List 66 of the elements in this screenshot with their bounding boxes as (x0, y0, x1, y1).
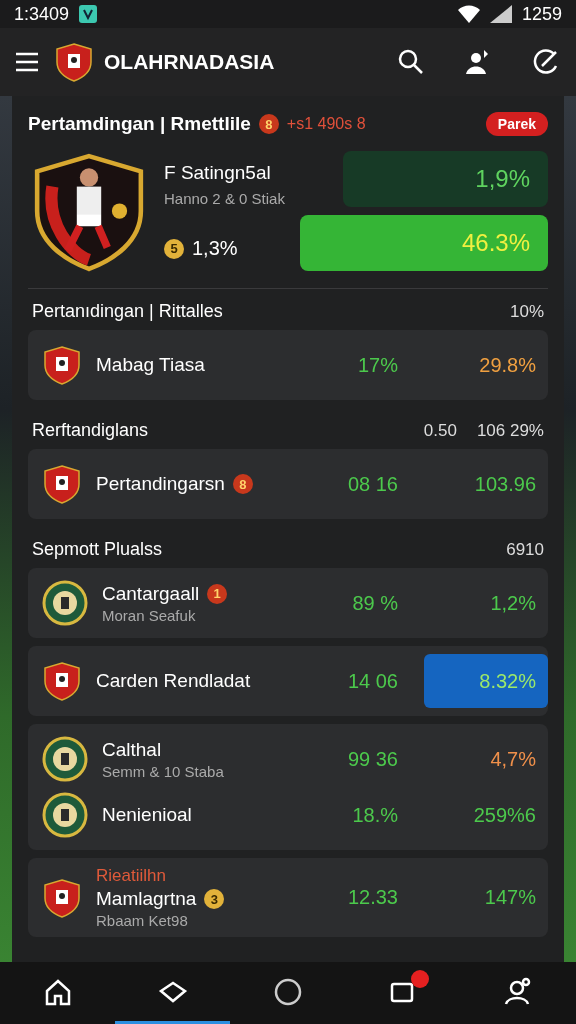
section-value: 0.50 (423, 420, 457, 441)
team-name: Mamlagrtna (96, 888, 197, 910)
team-name: Calthal (102, 738, 162, 761)
odds-button[interactable]: 17% (320, 338, 410, 392)
section-title: Sepmott Plualss (32, 539, 163, 560)
team-name: F Satingn5al (164, 162, 272, 184)
status-time: 1:3409 (14, 3, 70, 25)
shield-crest-icon (42, 464, 82, 504)
odds-button[interactable]: 89 % (320, 576, 410, 630)
status-tag: Parek (485, 112, 548, 136)
team-subtitle: Semm & 10 Staba (102, 762, 225, 780)
team-subtitle: Rbaam Ket98 (96, 912, 189, 929)
app-title: OLAHRNADASIA (104, 50, 275, 74)
odds-button[interactable]: 4,7% (424, 732, 548, 786)
round-crest-icon (42, 580, 88, 626)
odds-button[interactable]: 12.33 (320, 870, 410, 925)
match-card[interactable]: Mabag Tiasa 17% 29.8% (28, 330, 548, 400)
app-notification-icon (79, 5, 98, 23)
battery-level: 1259 (521, 3, 562, 25)
search-icon (398, 49, 424, 75)
team-name: Mabag Tiasa (96, 354, 205, 376)
match-card[interactable]: Carden Rendladat 14 06 8.32% (28, 646, 548, 716)
count-badge: 1 (207, 583, 228, 604)
odds-button[interactable]: 29.8% (424, 338, 548, 392)
team-name: Carden Rendladat (96, 670, 251, 692)
round-crest-icon (42, 792, 88, 838)
odds-button[interactable]: 18.% (320, 788, 410, 842)
team-name: Pertandingarsn (96, 473, 225, 495)
team-name: Cantargaall (102, 582, 200, 605)
count-badge: 8 (258, 114, 279, 134)
match-note: +s1 490s 8 (286, 115, 366, 133)
count-badge: 3 (204, 889, 225, 909)
signal-icon (489, 5, 512, 23)
match-title: Pertamdingan | Rmettlile (28, 113, 251, 135)
odds-button[interactable]: 14 06 (320, 654, 410, 708)
shield-crest-icon (42, 661, 82, 701)
shield-crest-icon (42, 877, 82, 918)
team-name: Nenienioal (102, 804, 192, 826)
count-badge: 8 (232, 474, 253, 494)
round-crest-icon (42, 736, 88, 782)
section-value: 6910 (506, 539, 544, 560)
shield-crest-icon (54, 42, 94, 82)
share-value: 1,3% (192, 237, 238, 260)
odds-button[interactable]: 08 16 (320, 457, 410, 511)
rank-badge: 5 (164, 238, 184, 259)
menu-icon (16, 52, 38, 72)
match-card[interactable]: Calthal Semm & 10 Staba 99 36 4,7% Nenienioal 18.% 259%6 (28, 724, 548, 850)
odds-button[interactable]: 99 36 (320, 732, 410, 786)
team-tag: Rieatiilhn (96, 866, 306, 886)
section-value: 10% (509, 301, 544, 322)
odds-button[interactable]: 1,2% (424, 576, 548, 630)
odds-button[interactable]: 1,9% (343, 151, 548, 207)
section-title: Rerftandiglans (32, 420, 149, 441)
section-title: Pertanıdingan | Rittalles (32, 301, 223, 322)
odds-button[interactable]: 103.96 (424, 457, 548, 511)
match-card[interactable]: Cantargaall 1 Moran Seafuk 89 % 1,2% (28, 568, 548, 638)
odds-button[interactable]: 259%6 (424, 788, 548, 842)
match-card[interactable]: Pertandingarsn 8 08 16 103.96 (28, 449, 548, 519)
odds-button[interactable]: 147% (424, 870, 548, 925)
team-subtitle: Moran Seafuk (102, 606, 197, 624)
shield-crest-icon (42, 345, 82, 385)
odds-button[interactable]: 8.32% (424, 654, 548, 708)
match-card[interactable]: Rieatiilhn Mamlagrtna 3 Rbaam Ket98 12.33 147% (28, 858, 548, 937)
team-subtitle: Hanno 2 & 0 Stiak (164, 190, 286, 207)
wifi-icon (457, 5, 480, 23)
section-value: 106 29% (476, 420, 544, 441)
